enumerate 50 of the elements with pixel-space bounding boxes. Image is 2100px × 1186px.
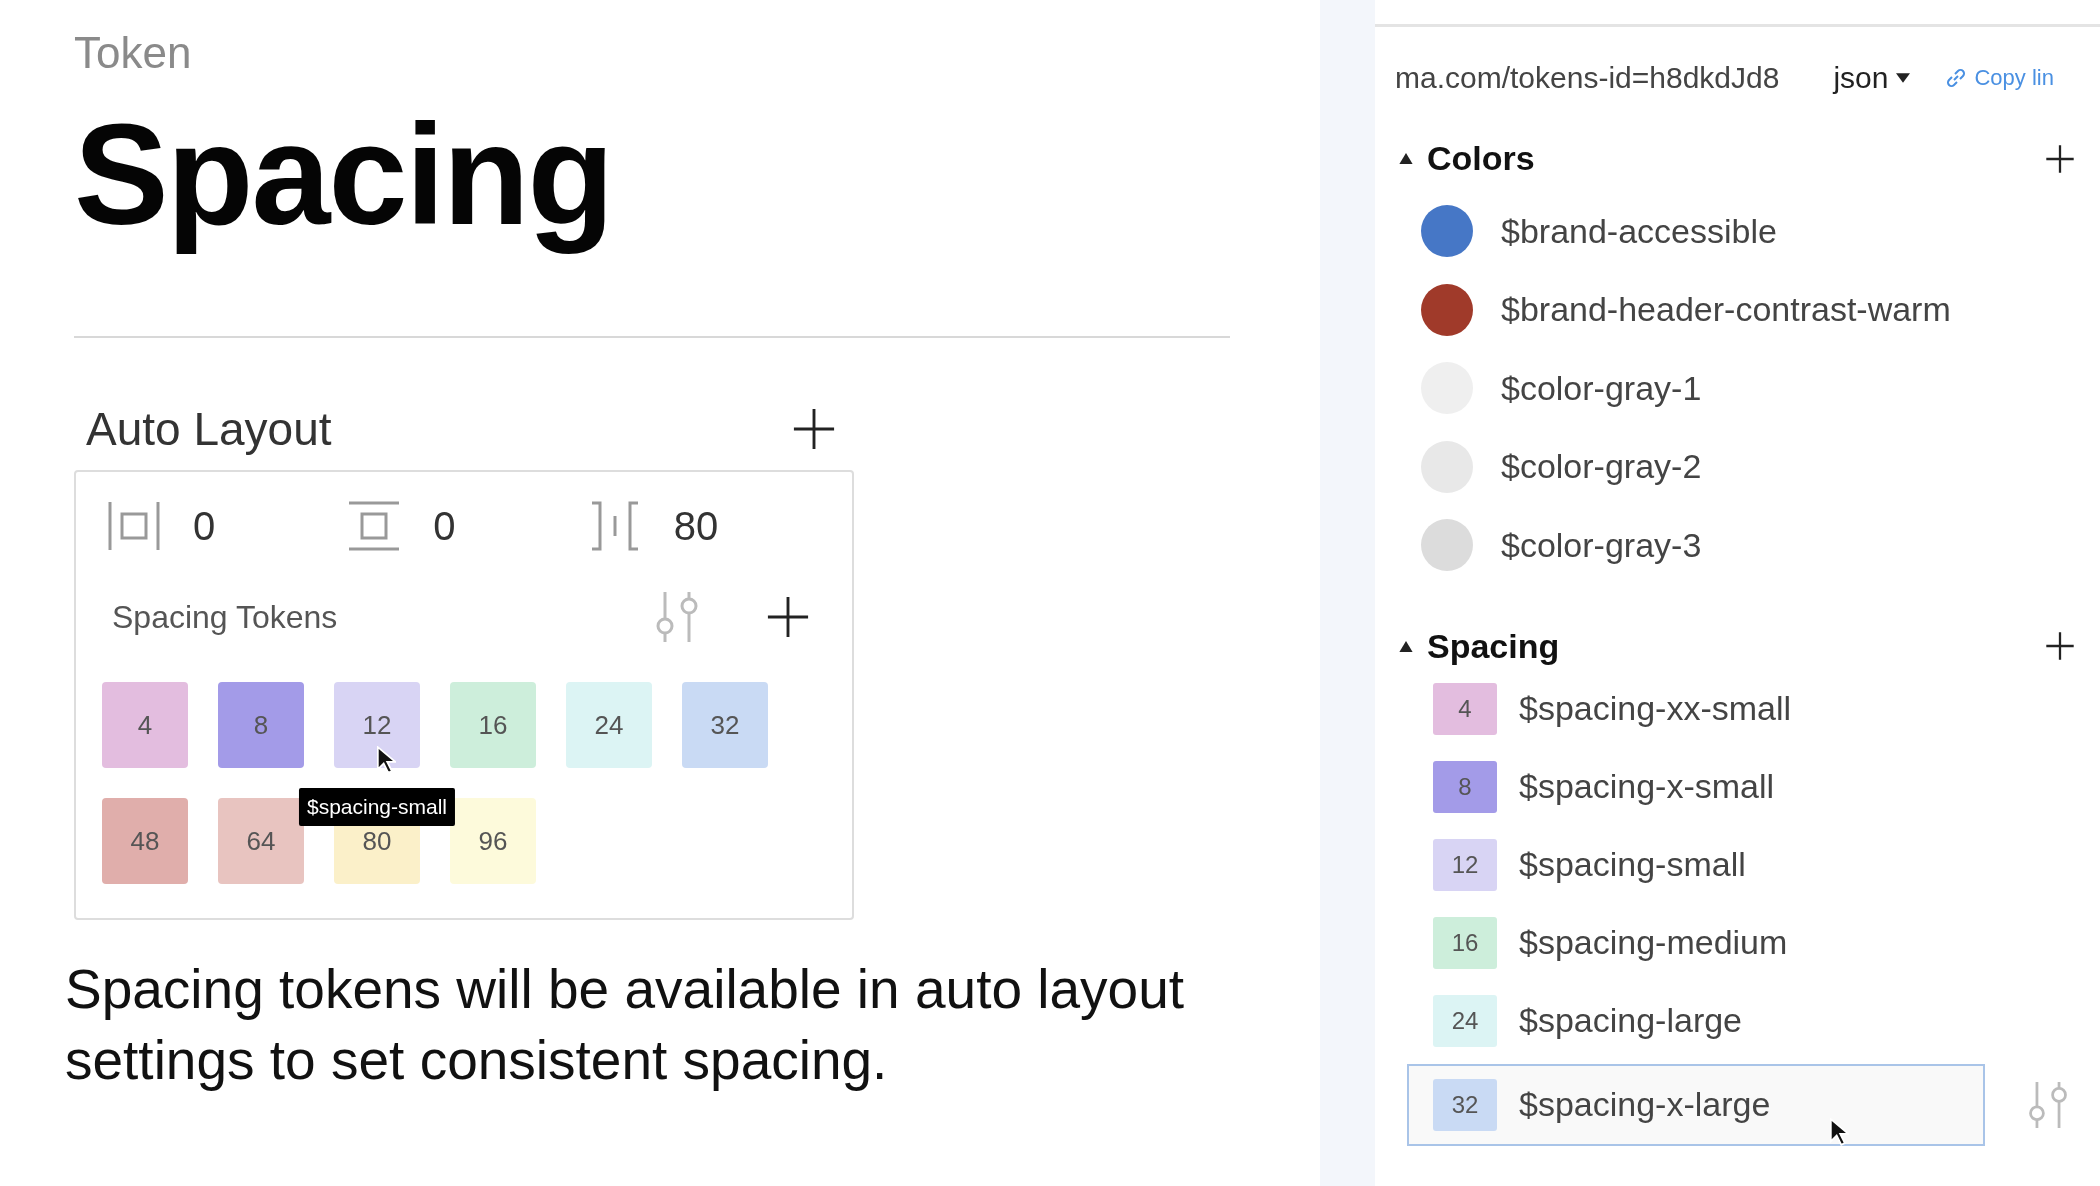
add-icon[interactable] — [766, 595, 810, 640]
spacing-swatch[interactable]: 16 — [450, 682, 536, 769]
url-text: ma.com/tokens-id=h8dkdJd8 — [1395, 61, 1780, 95]
section-title: Auto Layout — [86, 402, 333, 457]
group-title: Colors — [1427, 139, 1536, 178]
spacing-swatch[interactable]: 32 — [682, 682, 768, 769]
spacing-tokens-label: Spacing Tokens — [112, 598, 339, 636]
token-name[interactable]: $spacing-x-large — [1519, 1085, 1771, 1124]
spacing-swatch: 32 — [1433, 1078, 1497, 1131]
page-title: Spacing — [74, 94, 614, 256]
spacing-swatch: 12 — [1433, 838, 1497, 891]
token-name[interactable]: $spacing-large — [1519, 1001, 1743, 1040]
selected-token-row[interactable]: 32 $spacing-x-large — [1407, 1063, 1985, 1146]
field-value[interactable]: 80 — [673, 503, 719, 549]
token-name[interactable]: $spacing-x-small — [1519, 767, 1775, 806]
collapse-triangle-icon[interactable] — [1399, 153, 1413, 164]
cursor-icon — [1829, 1117, 1849, 1146]
caret-icon — [1896, 73, 1911, 83]
add-icon[interactable] — [2045, 143, 2075, 174]
token-name[interactable]: $brand-header-contrast-warm — [1501, 290, 1951, 330]
spacing-swatch: 8 — [1433, 760, 1497, 813]
token-name[interactable]: $spacing-xx-small — [1519, 689, 1792, 728]
add-icon[interactable] — [792, 407, 836, 452]
cursor-icon — [376, 746, 396, 775]
field-value[interactable]: 0 — [433, 503, 456, 549]
token-name[interactable]: $brand-accessible — [1501, 211, 1777, 251]
spacing-swatch[interactable]: 48 — [102, 798, 188, 885]
spacing-swatch: 24 — [1433, 994, 1497, 1047]
spacing-swatch[interactable]: 64 — [218, 798, 304, 885]
format-dropdown[interactable]: json — [1833, 61, 1911, 95]
token-name[interactable]: $color-gray-3 — [1501, 525, 1702, 565]
token-name[interactable]: $spacing-medium — [1519, 923, 1788, 962]
group-title: Spacing — [1427, 626, 1561, 666]
vertical-padding-icon — [347, 500, 402, 553]
add-icon[interactable] — [2045, 631, 2075, 661]
page-eyebrow: Token — [74, 28, 193, 78]
spacing-swatch: 16 — [1433, 916, 1497, 969]
field-value[interactable]: 0 — [193, 503, 216, 549]
collapse-triangle-icon[interactable] — [1399, 640, 1413, 652]
spacing-swatch[interactable]: 24 — [566, 682, 652, 769]
spacing-swatch[interactable]: 4 — [102, 682, 188, 769]
tooltip: $spacing-small — [298, 788, 456, 827]
spacing-swatch[interactable]: 12 — [334, 682, 420, 769]
token-name[interactable]: $color-gray-1 — [1501, 368, 1702, 408]
horizontal-padding-icon — [107, 500, 161, 553]
token-name[interactable]: $color-gray-2 — [1501, 447, 1702, 487]
spacing-swatch: 4 — [1433, 682, 1497, 735]
token-name[interactable]: $spacing-small — [1519, 845, 1746, 884]
description-text: Spacing tokens will be available in auto layout settings to set consistent spacing. — [65, 957, 1186, 1094]
spacing-swatch[interactable]: 96 — [450, 798, 536, 885]
